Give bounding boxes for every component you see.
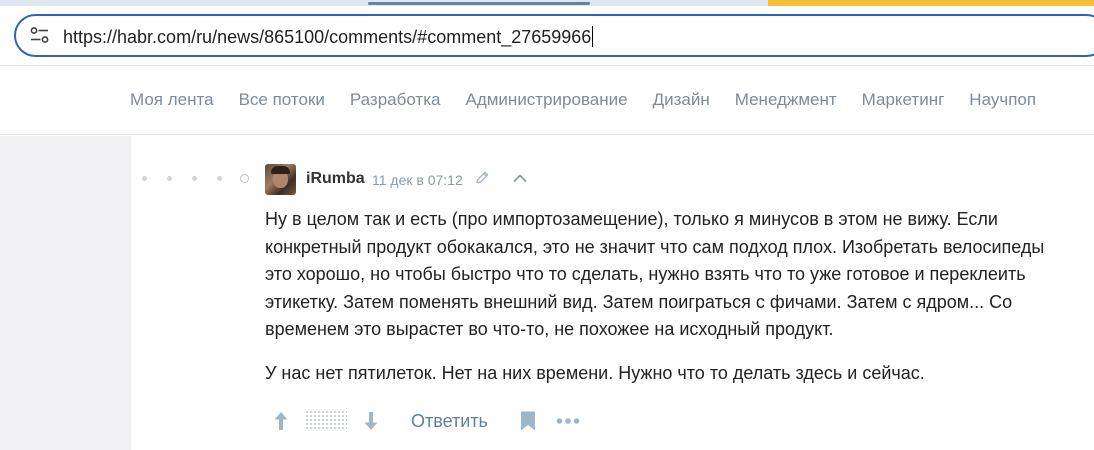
more-icon[interactable] (556, 417, 580, 425)
nav-item-management[interactable]: Менеджмент (735, 90, 837, 110)
bookmark-icon[interactable] (519, 410, 537, 432)
browser-toolbar: https://habr.com/ru/news/865100/comments… (0, 0, 1094, 66)
vote-up-icon[interactable] (272, 410, 290, 432)
active-tab-indicator[interactable] (368, 2, 590, 5)
edit-icon (476, 171, 489, 184)
thread-dot (142, 176, 147, 181)
vote-down-icon[interactable] (362, 410, 380, 432)
thread-level-indicator[interactable] (142, 174, 252, 184)
nav-item-design[interactable]: Дизайн (653, 90, 710, 110)
collapse-icon[interactable] (513, 173, 527, 183)
nav-item-marketing[interactable]: Маркетинг (862, 90, 945, 110)
comment-paragraph: У нас нет пятилеток. Нет на них времени.… (265, 362, 925, 383)
comment-paragraph: Ну в целом так и есть (про импортозамеще… (265, 209, 1045, 339)
nav-item-development[interactable]: Разработка (350, 90, 441, 110)
nav-item-all-streams[interactable]: Все потоки (239, 90, 325, 110)
nav-item-my-feed[interactable]: Моя лента (130, 90, 214, 110)
left-gutter (0, 136, 131, 450)
nav-item-administration[interactable]: Администрирование (465, 90, 627, 110)
url-text: https://habr.com/ru/news/865100/comments… (63, 27, 592, 47)
site-settings-icon[interactable] (30, 26, 49, 44)
address-bar[interactable]: https://habr.com/ru/news/865100/comments… (14, 14, 1094, 57)
thread-dot (192, 176, 197, 181)
highlighted-tab[interactable] (768, 0, 1094, 6)
avatar-hair (271, 166, 290, 174)
tab-strip (0, 0, 1094, 6)
text-caret (592, 26, 594, 47)
comment-body: Ну в целом так и есть (про импортозамеще… (265, 206, 1065, 403)
hub-nav-list: Моя лента Все потоки Разработка Админист… (130, 90, 1061, 110)
url-field[interactable]: https://habr.com/ru/news/865100/comments… (63, 26, 594, 47)
thread-dot-current (240, 174, 249, 183)
comment-timestamp[interactable]: 11 дек в 07:12 (372, 172, 463, 188)
thread-dot (167, 176, 172, 181)
reply-button[interactable]: Ответить (411, 411, 488, 432)
thread-dot (217, 176, 222, 181)
nav-item-popsci[interactable]: Научпоп (969, 90, 1036, 110)
avatar[interactable] (265, 164, 296, 195)
comment-author[interactable]: iRumba (306, 170, 365, 188)
vote-score-placeholder (305, 410, 347, 431)
hub-navigation: Моя лента Все потоки Разработка Админист… (0, 66, 1094, 135)
